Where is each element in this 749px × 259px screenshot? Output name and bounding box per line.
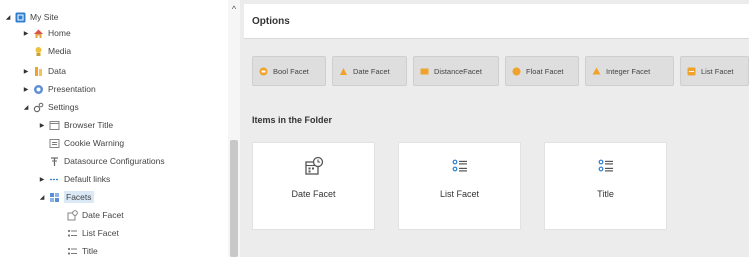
data-icon [33,66,44,77]
facets-icon [49,192,60,203]
settings-icon [33,102,44,113]
expand-arrow-icon[interactable]: ▶ [38,122,46,129]
insert-distance-facet-button[interactable]: DistanceFacet [413,56,499,86]
title-facet-icon [67,246,78,257]
folder-item-list-facet[interactable]: List Facet [398,142,521,230]
tree-item-list-facet[interactable]: List Facet [56,225,119,241]
tree-item-date-facet[interactable]: Date Facet [56,207,124,223]
options-title: Options [252,16,290,27]
collapse-arrow-icon[interactable]: ◢ [38,194,46,201]
tree-item-home[interactable]: ▶ Home [22,25,71,41]
tree-item-datasource-configurations[interactable]: Datasource Configurations [38,153,165,169]
links-icon [49,174,60,185]
expand-arrow-icon[interactable]: ▶ [22,30,30,37]
calendar-clock-icon [303,155,325,177]
facet-icon [339,67,348,76]
insert-bool-facet-button[interactable]: Bool Facet [252,56,326,86]
tree-item-label: Facets [64,191,94,203]
tree-item-label: Datasource Configurations [64,156,165,166]
button-label: Date Facet [353,66,390,76]
button-label: Float Facet [526,66,564,76]
insert-date-facet-button[interactable]: Date Facet [332,56,407,86]
scroll-up-icon[interactable]: ^ [229,4,239,14]
date-facet-icon [67,209,78,221]
facet-icon [259,67,268,76]
facet-icon [512,67,521,76]
presentation-icon [33,84,44,95]
tree-item-label: Browser Title [64,120,114,130]
site-icon [15,12,26,23]
collapse-arrow-icon[interactable]: ◢ [22,104,30,111]
insert-list-facet-button[interactable]: List Facet [680,56,749,86]
tree-item-settings[interactable]: ◢ Settings [22,99,79,115]
tree-item-cookie-warning[interactable]: Cookie Warning [38,135,124,151]
expand-arrow-icon[interactable]: ▶ [38,176,46,183]
tree-item-label: Settings [48,102,79,112]
items-in-folder-title: Items in the Folder [252,115,333,125]
tree-item-label: Default links [64,174,111,184]
tree-item-label: Presentation [48,84,96,94]
button-label: List Facet [701,66,734,76]
card-label: Title [597,189,614,199]
content-tree: ◢ My Site ▶ Home Media ▶ Data ▶ Presenta… [0,0,228,257]
tree-item-label: Home [48,28,71,38]
media-icon [33,46,44,57]
button-label: DistanceFacet [434,66,482,76]
tree-item-label: Data [48,66,66,76]
list-icon [595,155,617,177]
card-label: List Facet [439,189,479,199]
button-label: Bool Facet [273,66,309,76]
collapse-arrow-icon[interactable]: ◢ [4,14,12,21]
facet-icon [687,67,696,76]
tree-item-browser-title[interactable]: ▶ Browser Title [38,117,113,133]
tree-item-label: Date Facet [82,210,124,220]
folder-item-title[interactable]: Title [544,142,667,230]
card-label: Date Facet [291,189,336,199]
home-icon [33,28,44,39]
tree-item-label: Title [82,246,98,256]
browser-title-icon [49,120,60,131]
scrollbar-thumb[interactable] [230,140,238,257]
facet-icon [420,67,429,76]
cookie-warning-icon [49,138,60,149]
expand-arrow-icon[interactable]: ▶ [22,68,30,75]
list-icon [449,155,471,177]
expand-arrow-icon[interactable]: ▶ [22,86,30,93]
tree-item-default-links[interactable]: ▶ Default links [38,171,111,187]
options-header: Options [244,4,749,39]
tree-item-my-site[interactable]: ◢ My Site [4,9,58,25]
tree-item-label: List Facet [82,228,119,238]
tree-scrollbar[interactable]: ^ [228,0,240,257]
insert-integer-facet-button[interactable]: Integer Facet [585,56,674,86]
facet-icon [592,67,601,76]
list-facet-icon [67,228,78,239]
tree-item-data[interactable]: ▶ Data [22,63,66,79]
tree-item-label: Cookie Warning [64,138,125,148]
tree-item-presentation[interactable]: ▶ Presentation [22,81,96,97]
tree-item-media[interactable]: Media [22,43,71,59]
tree-item-label: Media [48,46,72,56]
insert-float-facet-button[interactable]: Float Facet [505,56,579,86]
tree-item-facets[interactable]: ◢ Facets [38,189,94,205]
tree-item-label: My Site [30,12,59,22]
datasource-icon [49,156,60,167]
folder-item-date-facet[interactable]: Date Facet [252,142,375,230]
button-label: Integer Facet [606,66,651,76]
